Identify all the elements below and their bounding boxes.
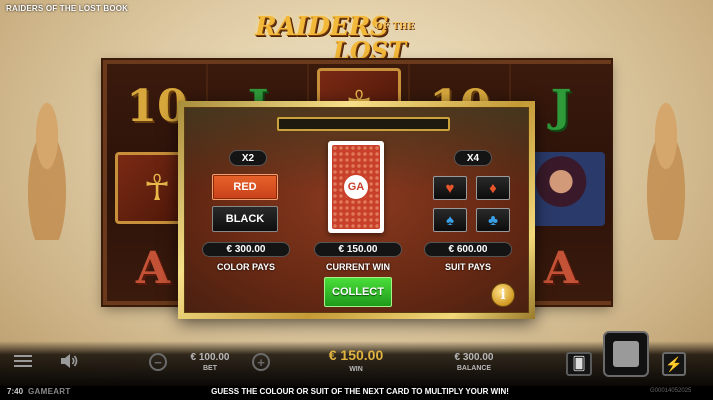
current-win-label: CURRENT WIN bbox=[326, 262, 390, 272]
hint-text: GUESS THE COLOUR OR SUIT OF THE NEXT CAR… bbox=[211, 387, 509, 396]
clubs-icon: ♣ bbox=[488, 211, 498, 229]
win-value: € 150.00 bbox=[328, 347, 384, 363]
clubs-button[interactable]: ♣ bbox=[476, 208, 510, 232]
build-id: G00014052025 bbox=[650, 388, 692, 394]
gamble-cards-button[interactable]: 🂠 bbox=[566, 352, 592, 376]
color-multiplier-badge: X2 bbox=[229, 150, 267, 166]
hearts-icon: ♥ bbox=[445, 179, 455, 197]
bet-value: € 100.00 bbox=[190, 352, 230, 363]
bet-label: BET bbox=[203, 365, 217, 372]
spades-button[interactable]: ♠ bbox=[433, 208, 467, 232]
card-back: GA bbox=[332, 145, 380, 229]
balance-label: BALANCE bbox=[456, 365, 492, 372]
turbo-button[interactable]: ⚡ bbox=[662, 352, 686, 376]
increase-bet-button[interactable]: + bbox=[252, 353, 270, 371]
card-history-bar bbox=[277, 117, 450, 131]
decrease-bet-button[interactable]: − bbox=[149, 353, 167, 371]
gamble-dialog: X2 X4 RED BLACK GA ♥ ♦ ♠ ♣ € 300.00 € 15… bbox=[178, 101, 535, 319]
app-title: RAIDERS OF THE LOST BOOK bbox=[6, 4, 129, 13]
win-label: WIN bbox=[349, 366, 363, 373]
collect-button[interactable]: COLLECT bbox=[324, 277, 392, 307]
menu-icon[interactable] bbox=[14, 355, 32, 367]
spades-icon: ♠ bbox=[446, 211, 454, 229]
statue-left bbox=[12, 80, 82, 240]
suit-multiplier-badge: X4 bbox=[454, 150, 492, 166]
face-down-card: GA bbox=[328, 141, 384, 233]
statue-right bbox=[631, 80, 701, 240]
current-win-value: € 150.00 bbox=[314, 242, 402, 257]
black-button[interactable]: BLACK bbox=[212, 206, 278, 232]
hearts-button[interactable]: ♥ bbox=[433, 176, 467, 200]
diamonds-icon: ♦ bbox=[489, 179, 497, 197]
diamonds-button[interactable]: ♦ bbox=[476, 176, 510, 200]
balance-value: € 300.00 bbox=[454, 352, 494, 363]
stop-icon bbox=[613, 341, 639, 367]
speaker-icon[interactable] bbox=[59, 352, 79, 370]
spin-stop-button[interactable] bbox=[603, 331, 649, 377]
red-button[interactable]: RED bbox=[212, 174, 278, 200]
lightning-icon: ⚡ bbox=[665, 355, 683, 372]
gamble-panel: X2 X4 RED BLACK GA ♥ ♦ ♠ ♣ € 300.00 € 15… bbox=[184, 107, 529, 313]
suit-pays-label: SUIT PAYS bbox=[444, 262, 491, 272]
color-pays-label: COLOR PAYS bbox=[216, 262, 275, 272]
brand-logo: GAMEART bbox=[28, 387, 71, 396]
game-logo: RAIDERS OF THE LOST BOOK bbox=[255, 10, 470, 94]
logo-of-text: OF THE bbox=[375, 22, 415, 32]
card-logo: GA bbox=[342, 173, 370, 201]
clock: 7:40 bbox=[7, 387, 24, 396]
cards-icon: 🂠 bbox=[572, 356, 586, 371]
info-button[interactable]: i bbox=[491, 283, 515, 307]
color-pays-value: € 300.00 bbox=[202, 242, 290, 257]
suit-pays-value: € 600.00 bbox=[424, 242, 512, 257]
